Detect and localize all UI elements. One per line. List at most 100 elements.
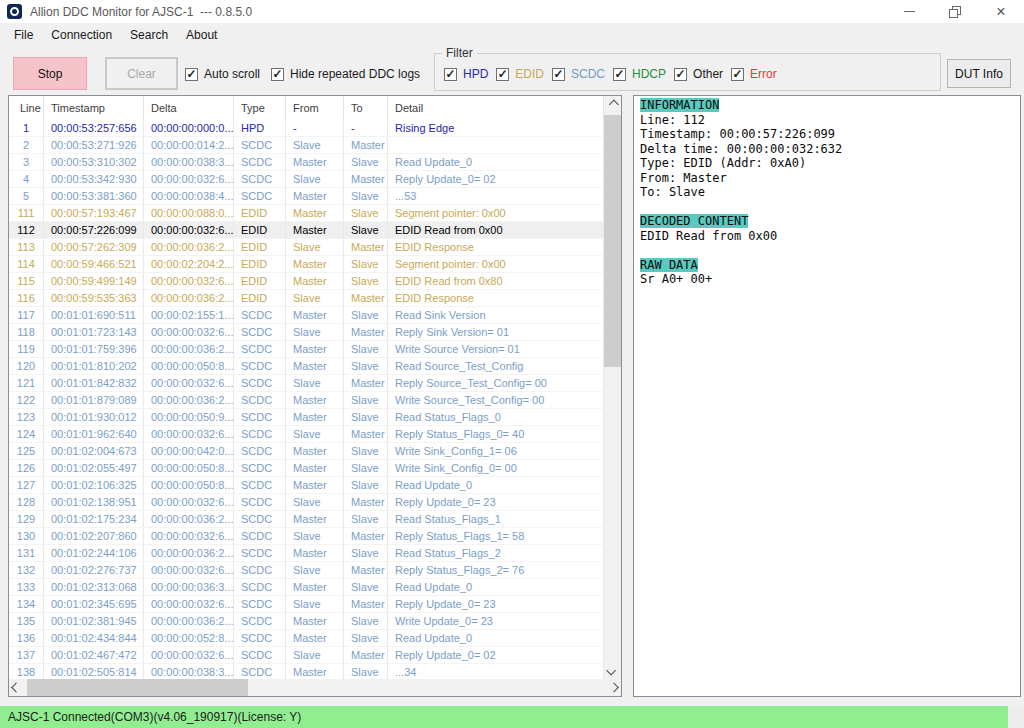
detail-panel[interactable]: INFORMATIONLine: 112Timestamp: 00:00:57:…: [633, 95, 1021, 697]
horizontal-scrollbar[interactable]: [9, 679, 621, 696]
table-row[interactable]: 11700:01:01:690:51100:00:02:155:1...SCDC…: [9, 307, 604, 324]
column-header-to[interactable]: To: [344, 96, 388, 120]
cell-delta: 00:00:00:032:6...: [144, 171, 234, 188]
table-row[interactable]: 11100:00:57:193:46700:00:00:088:0...EDID…: [9, 205, 604, 222]
table-row[interactable]: 13400:01:02:345:69500:00:00:032:6...SCDC…: [9, 596, 604, 613]
column-header-from[interactable]: From: [286, 96, 344, 120]
table-row[interactable]: 12400:01:01:962:64000:00:00:032:6...SCDC…: [9, 426, 604, 443]
cell-timestamp: 00:00:53:271:926: [44, 137, 144, 154]
menu-search[interactable]: Search: [121, 24, 177, 46]
cell-line: 118: [9, 324, 44, 341]
checkbox-icon: ✓: [444, 68, 457, 81]
vertical-scrollbar-thumb[interactable]: [604, 115, 621, 367]
cell-timestamp: 00:01:02:175:234: [44, 511, 144, 528]
filter-edid-checkbox[interactable]: ✓EDID: [496, 67, 544, 81]
cell-from: Master: [286, 205, 344, 222]
horizontal-scrollbar-thumb[interactable]: [27, 679, 248, 696]
table-row[interactable]: 11800:01:01:723:14300:00:00:032:6...SCDC…: [9, 324, 604, 341]
restore-button[interactable]: [932, 0, 978, 23]
cell-type: SCDC: [234, 630, 286, 647]
vertical-scrollbar[interactable]: [604, 96, 621, 679]
table-row[interactable]: 200:00:53:271:92600:00:00:014:2...SCDCSl…: [9, 137, 604, 154]
detail-line: Delta time: 00:00:00:032:632: [640, 142, 1016, 157]
table-row[interactable]: 12600:01:02:055:49700:00:00:050:8...SCDC…: [9, 460, 604, 477]
column-header-timestamp[interactable]: Timestamp: [44, 96, 144, 120]
filter-hpd-checkbox[interactable]: ✓HPD: [444, 67, 488, 81]
auto-scroll-checkbox[interactable]: ✓ Auto scroll: [185, 67, 260, 81]
table-row[interactable]: 13000:01:02:207:86000:00:00:032:6...SCDC…: [9, 528, 604, 545]
table-row[interactable]: 100:00:53:257:65600:00:00:000:0...HPD--R…: [9, 120, 604, 137]
close-button[interactable]: ×: [978, 0, 1024, 23]
filter-hdcp-checkbox[interactable]: ✓HDCP: [613, 67, 666, 81]
stop-button[interactable]: Stop: [13, 57, 87, 90]
table-row[interactable]: 11500:00:59:499:14900:00:00:032:6...EDID…: [9, 273, 604, 290]
cell-to: Slave: [344, 154, 388, 171]
table-row[interactable]: 12500:01:02:004:67300:00:00:042:0...SCDC…: [9, 443, 604, 460]
table-row[interactable]: 11300:00:57:262:30900:00:00:036:2...EDID…: [9, 239, 604, 256]
table-row[interactable]: 300:00:53:310:30200:00:00:038:3...SCDCMa…: [9, 154, 604, 171]
table-row[interactable]: 13700:01:02:467:47200:00:00:032:6...SCDC…: [9, 647, 604, 664]
table-row[interactable]: 13200:01:02:276:73700:00:00:032:6...SCDC…: [9, 562, 604, 579]
cell-timestamp: 00:00:59:499:149: [44, 273, 144, 290]
cell-type: SCDC: [234, 477, 286, 494]
cell-timestamp: 00:01:02:244:106: [44, 545, 144, 562]
cell-timestamp: 00:01:02:381:945: [44, 613, 144, 630]
column-header-delta[interactable]: Delta: [144, 96, 234, 120]
cell-from: Master: [286, 545, 344, 562]
table-row[interactable]: 13600:01:02:434:84400:00:00:052:8...SCDC…: [9, 630, 604, 647]
hide-repeated-checkbox[interactable]: ✓ Hide repeated DDC logs: [271, 67, 420, 81]
scroll-up-icon[interactable]: [604, 96, 621, 113]
cell-line: 137: [9, 647, 44, 664]
table-row[interactable]: 12200:01:01:879:08900:00:00:036:2...SCDC…: [9, 392, 604, 409]
hide-repeated-label: Hide repeated DDC logs: [290, 67, 420, 81]
clear-button[interactable]: Clear: [105, 57, 178, 90]
filter-group: Filter ✓HPD✓EDID✓SCDC✓HDCP✓Other✓Error: [434, 53, 941, 91]
menu-about[interactable]: About: [177, 24, 226, 46]
table-row[interactable]: 13500:01:02:381:94500:00:00:036:2...SCDC…: [9, 613, 604, 630]
cell-from: Slave: [286, 375, 344, 392]
cell-detail: Read Status_Flags_2: [388, 545, 604, 562]
cell-line: 117: [9, 307, 44, 324]
cell-detail: Reply Update_0= 23: [388, 494, 604, 511]
table-row[interactable]: 400:00:53:342:93000:00:00:032:6...SCDCSl…: [9, 171, 604, 188]
dut-info-button[interactable]: DUT Info: [947, 59, 1011, 88]
menu-file[interactable]: File: [5, 24, 42, 46]
table-row[interactable]: 12800:01:02:138:95100:00:00:032:6...SCDC…: [9, 494, 604, 511]
table-row[interactable]: 12700:01:02:106:32500:00:00:050:8...SCDC…: [9, 477, 604, 494]
table-row[interactable]: 11600:00:59:535:36300:00:00:036:2...EDID…: [9, 290, 604, 307]
cell-delta: 00:00:00:050:8...: [144, 477, 234, 494]
table-row[interactable]: 12300:01:01:930:01200:00:00:050:9...SCDC…: [9, 409, 604, 426]
table-row[interactable]: 12000:01:01:810:20200:00:00:050:8...SCDC…: [9, 358, 604, 375]
table-row[interactable]: 13100:01:02:244:10600:00:00:036:2...SCDC…: [9, 545, 604, 562]
cell-line: 4: [9, 171, 44, 188]
column-header-type[interactable]: Type: [234, 96, 286, 120]
filter-error-checkbox[interactable]: ✓Error: [731, 67, 777, 81]
filter-other-checkbox[interactable]: ✓Other: [674, 67, 723, 81]
cell-type: SCDC: [234, 426, 286, 443]
table-row[interactable]: 13300:01:02:313:06800:00:00:036:3...SCDC…: [9, 579, 604, 596]
scroll-left-icon[interactable]: [9, 679, 26, 696]
column-header-line[interactable]: Line: [9, 96, 44, 120]
cell-detail: Reply Status_Flags_1= 58: [388, 528, 604, 545]
cell-from: Master: [286, 579, 344, 596]
table-row[interactable]: 11200:00:57:226:09900:00:00:032:6...EDID…: [9, 222, 604, 239]
table-row[interactable]: 11900:01:01:759:39600:00:00:036:2...SCDC…: [9, 341, 604, 358]
cell-detail: Reply Update_0= 02: [388, 171, 604, 188]
cell-detail: ...34: [388, 664, 604, 679]
cell-to: Slave: [344, 205, 388, 222]
scroll-down-icon[interactable]: [604, 662, 621, 679]
filter-scdc-checkbox[interactable]: ✓SCDC: [552, 67, 605, 81]
table-row[interactable]: 500:00:53:381:36000:00:00:038:4...SCDCMa…: [9, 188, 604, 205]
table-row[interactable]: 12900:01:02:175:23400:00:00:036:2...SCDC…: [9, 511, 604, 528]
menu-connection[interactable]: Connection: [42, 24, 121, 46]
column-header-detail[interactable]: Detail: [388, 96, 604, 120]
scroll-right-icon[interactable]: [604, 679, 621, 696]
filter-label: EDID: [515, 67, 544, 81]
table-row[interactable]: 11400:00:59:466:52100:00:02:204:2...EDID…: [9, 256, 604, 273]
cell-to: Slave: [344, 188, 388, 205]
cell-from: Master: [286, 154, 344, 171]
cell-to: Slave: [344, 409, 388, 426]
table-row[interactable]: 13800:01:02:505:81400:00:00:038:3...SCDC…: [9, 664, 604, 679]
table-row[interactable]: 12100:01:01:842:83200:00:00:032:6...SCDC…: [9, 375, 604, 392]
minimize-button[interactable]: [886, 0, 932, 23]
